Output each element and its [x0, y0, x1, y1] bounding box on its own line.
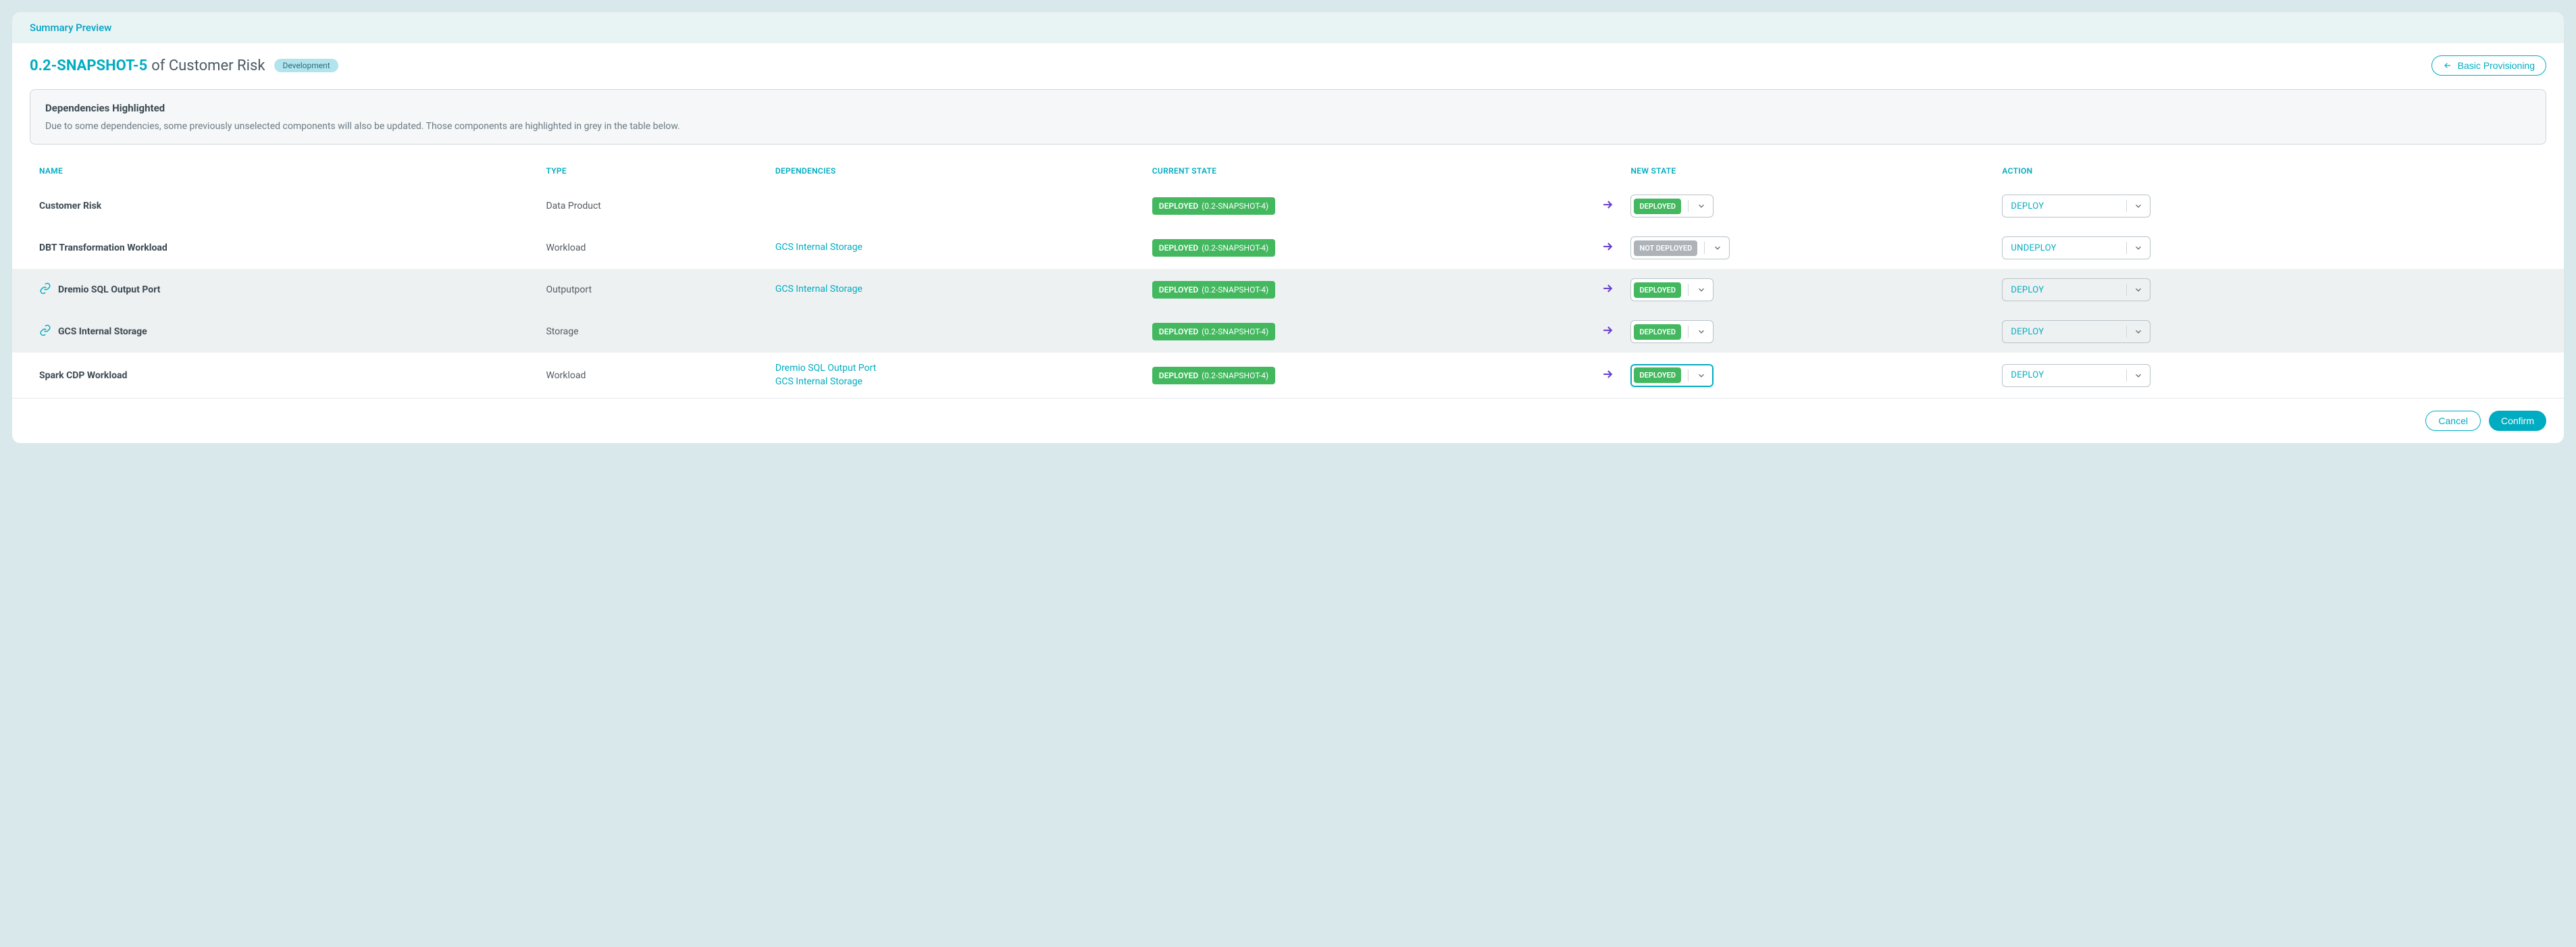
- new-state-select[interactable]: DEPLOYED: [1630, 364, 1714, 387]
- col-name: NAME: [12, 157, 538, 185]
- new-state-select[interactable]: DEPLOYED: [1630, 195, 1714, 217]
- action-select[interactable]: DEPLOY: [2002, 364, 2150, 387]
- dependencies-highlight-text: Due to some dependencies, some previousl…: [45, 121, 2531, 132]
- row-name: GCS Internal Storage: [58, 326, 147, 337]
- confirm-button[interactable]: Confirm: [2489, 411, 2546, 431]
- new-state-value: DEPLOYED: [1634, 324, 1681, 340]
- row-type: Data Product: [538, 185, 767, 227]
- components-table: NAME TYPE DEPENDENCIES CURRENT STATE NEW…: [12, 157, 2564, 398]
- summary-preview-bar: Summary Preview: [12, 12, 2564, 43]
- arrow-right-icon: [1593, 311, 1622, 353]
- current-state-badge: DEPLOYED (0.2-SNAPSHOT-4): [1152, 239, 1275, 257]
- arrow-right-icon: [1593, 353, 1622, 398]
- row-type: Workload: [538, 227, 767, 269]
- basic-provisioning-button[interactable]: Basic Provisioning: [2431, 55, 2546, 76]
- basic-provisioning-label: Basic Provisioning: [2458, 60, 2535, 71]
- row-type: Workload: [538, 353, 767, 398]
- row-dependencies: GCS Internal Storage: [767, 269, 1144, 311]
- chevron-down-icon[interactable]: [1690, 327, 1713, 336]
- table-row: DBT Transformation Workload Workload GCS I…: [12, 227, 2564, 269]
- chevron-down-icon[interactable]: [2127, 285, 2150, 295]
- table-row: Dremio SQL Output Port Outputport GCS Inte…: [12, 269, 2564, 311]
- new-state-select[interactable]: NOT DEPLOYED: [1630, 236, 1730, 259]
- chevron-down-icon[interactable]: [1690, 371, 1713, 380]
- chevron-down-icon[interactable]: [2127, 371, 2150, 380]
- chevron-down-icon[interactable]: [2127, 201, 2150, 211]
- header-row: 0.2-SNAPSHOT-5 of Customer Risk Developm…: [12, 43, 2564, 89]
- row-dependencies: Dremio SQL Output PortGCS Internal Stora…: [767, 353, 1144, 398]
- table-header-row: NAME TYPE DEPENDENCIES CURRENT STATE NEW…: [12, 157, 2564, 185]
- action-value: DEPLOY: [2003, 327, 2126, 337]
- dependencies-highlight-box: Dependencies Highlighted Due to some dep…: [30, 89, 2546, 145]
- action-select[interactable]: DEPLOY: [2002, 195, 2150, 217]
- action-select[interactable]: UNDEPLOY: [2002, 236, 2150, 259]
- dependencies-highlight-title: Dependencies Highlighted: [45, 102, 2531, 114]
- col-deps: DEPENDENCIES: [767, 157, 1144, 185]
- action-select[interactable]: DEPLOY: [2002, 320, 2150, 343]
- col-type: TYPE: [538, 157, 767, 185]
- new-state-value: DEPLOYED: [1634, 282, 1681, 298]
- action-select[interactable]: DEPLOY: [2002, 278, 2150, 301]
- new-state-select[interactable]: DEPLOYED: [1630, 278, 1714, 301]
- row-dependencies: GCS Internal Storage: [767, 227, 1144, 269]
- new-state-value: NOT DEPLOYED: [1634, 240, 1697, 256]
- col-newstate: NEW STATE: [1622, 157, 1994, 185]
- cancel-button[interactable]: Cancel: [2425, 411, 2481, 431]
- title-version: 0.2-SNAPSHOT-5: [30, 57, 147, 74]
- chevron-down-icon[interactable]: [2127, 327, 2150, 336]
- row-name: Spark CDP Workload: [39, 370, 127, 381]
- new-state-value: DEPLOYED: [1634, 199, 1681, 214]
- row-name: DBT Transformation Workload: [39, 242, 168, 253]
- link-icon: [39, 282, 51, 297]
- chevron-down-icon[interactable]: [1706, 243, 1729, 253]
- dialog-footer: Cancel Confirm: [12, 398, 2564, 443]
- arrow-right-icon: [1593, 269, 1622, 311]
- new-state-select[interactable]: DEPLOYED: [1630, 320, 1714, 343]
- arrow-left-icon: [2443, 61, 2452, 70]
- action-value: DEPLOY: [2003, 201, 2126, 211]
- current-state-badge: DEPLOYED (0.2-SNAPSHOT-4): [1152, 367, 1275, 384]
- current-state-badge: DEPLOYED (0.2-SNAPSHOT-4): [1152, 197, 1275, 215]
- arrow-right-icon: [1593, 185, 1622, 227]
- action-value: UNDEPLOY: [2003, 243, 2126, 253]
- arrow-right-icon: [1593, 227, 1622, 269]
- action-value: DEPLOY: [2003, 370, 2126, 380]
- table-row: GCS Internal Storage Storage DEPLOYED (0.2…: [12, 311, 2564, 353]
- link-icon: [39, 324, 51, 339]
- chevron-down-icon[interactable]: [2127, 243, 2150, 253]
- current-state-badge: DEPLOYED (0.2-SNAPSHOT-4): [1152, 281, 1275, 299]
- chevron-down-icon[interactable]: [1690, 201, 1713, 211]
- action-value: DEPLOY: [2003, 285, 2126, 295]
- col-current: CURRENT STATE: [1144, 157, 1593, 185]
- table-row: Spark CDP WorkloadWorkloadDremio SQL Out…: [12, 353, 2564, 398]
- dependency-link[interactable]: GCS Internal Storage: [775, 241, 1136, 255]
- current-state-badge: DEPLOYED (0.2-SNAPSHOT-4): [1152, 323, 1275, 340]
- row-type: Storage: [538, 311, 767, 353]
- summary-card: Summary Preview 0.2-SNAPSHOT-5 of Custom…: [12, 12, 2564, 443]
- dependency-link[interactable]: GCS Internal Storage: [775, 283, 1136, 297]
- row-dependencies: [767, 185, 1144, 227]
- col-action: ACTION: [1994, 157, 2564, 185]
- summary-preview-label: Summary Preview: [30, 22, 111, 34]
- env-pill: Development: [274, 59, 338, 72]
- row-name: Customer Risk: [39, 201, 101, 211]
- dependency-link[interactable]: GCS Internal Storage: [775, 376, 1136, 389]
- row-name: Dremio SQL Output Port: [58, 284, 160, 295]
- title-of: of Customer Risk: [151, 57, 265, 74]
- chevron-down-icon[interactable]: [1690, 285, 1713, 295]
- new-state-value: DEPLOYED: [1634, 367, 1681, 383]
- row-dependencies: [767, 311, 1144, 353]
- row-type: Outputport: [538, 269, 767, 311]
- table-row: Customer Risk Data Product DEPLOYED (0.2-S…: [12, 185, 2564, 227]
- dependency-link[interactable]: Dremio SQL Output Port: [775, 362, 1136, 376]
